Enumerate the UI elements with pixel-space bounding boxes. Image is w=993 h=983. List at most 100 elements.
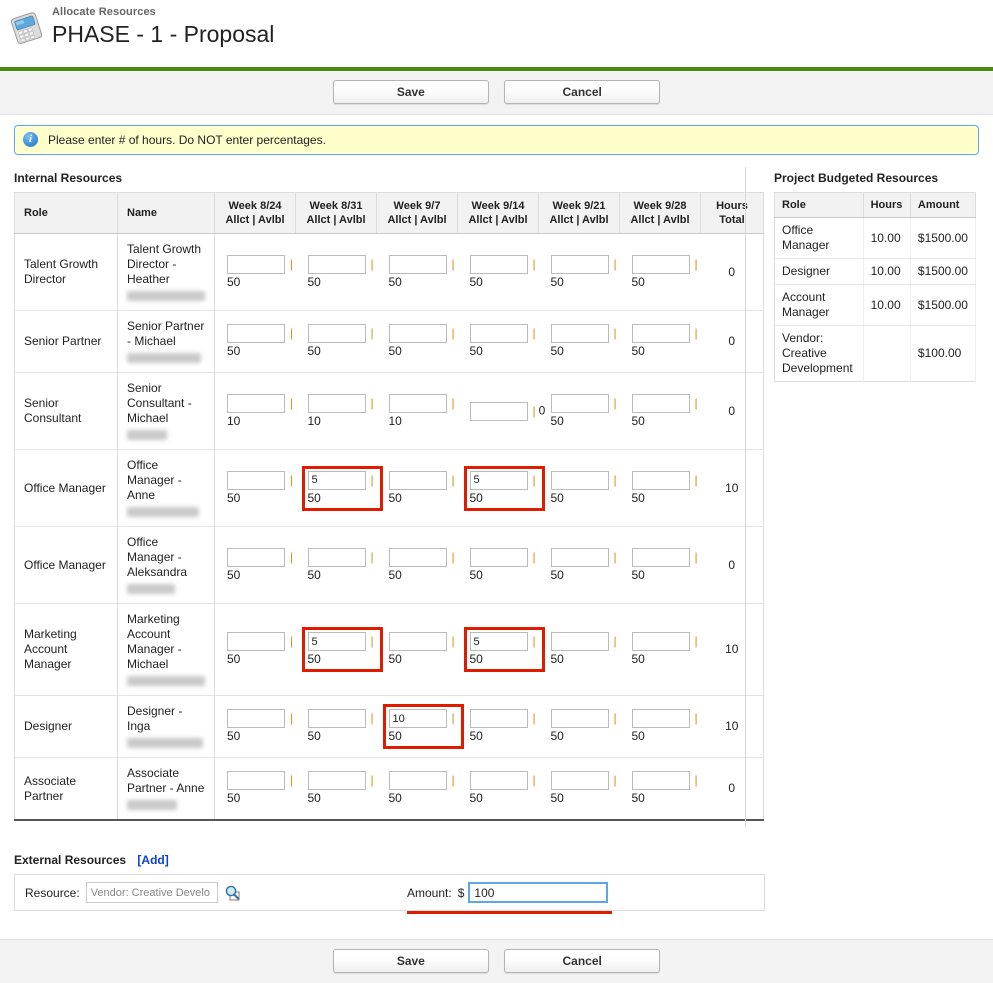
allocation-cell: | 50 <box>619 372 704 450</box>
available-hours: 0 <box>538 403 546 418</box>
allocation-input[interactable] <box>469 547 528 567</box>
budget-row: Account Manager 10.00 $1500.00 <box>774 284 977 326</box>
allocation-input[interactable] <box>307 632 366 651</box>
cancel-button-bottom[interactable]: Cancel <box>504 949 661 973</box>
allocation-line: | 0 <box>469 401 546 421</box>
allocation-input[interactable] <box>307 771 366 790</box>
allocation-input[interactable] <box>307 547 366 567</box>
allocation-input[interactable] <box>307 254 366 274</box>
role-cell: Office Manager <box>14 449 118 527</box>
allocation-input[interactable] <box>388 709 447 728</box>
col-name: Name <box>117 192 215 234</box>
allocation-input[interactable] <box>631 771 690 790</box>
allocation-input[interactable] <box>550 254 609 274</box>
allocation-input[interactable] <box>469 254 528 274</box>
available-hours: 50 <box>307 567 321 582</box>
allocation-group: | 50 <box>305 769 380 808</box>
allocation-input[interactable] <box>227 547 285 567</box>
allocation-input[interactable] <box>388 324 447 343</box>
allocation-input[interactable] <box>388 393 447 413</box>
allocation-input[interactable] <box>307 324 366 343</box>
allocation-input[interactable] <box>469 324 528 343</box>
allocation-input[interactable] <box>388 547 447 567</box>
allocation-input[interactable] <box>307 709 366 728</box>
allocation-input[interactable] <box>631 632 690 651</box>
amount-input[interactable] <box>468 882 609 903</box>
allocation-group: | 50 <box>224 630 299 669</box>
week-label: Week 9/21 <box>552 200 606 212</box>
allocation-input[interactable] <box>631 547 690 567</box>
save-button-bottom[interactable]: Save <box>332 949 489 973</box>
magnifier-lookup-icon[interactable] <box>224 885 241 901</box>
allocation-input[interactable] <box>227 254 285 274</box>
allocation-input[interactable] <box>469 632 528 651</box>
available-hours: 50 <box>388 791 402 805</box>
allocation-line: | <box>469 254 539 274</box>
col-role: Role <box>14 192 118 234</box>
allocation-input[interactable] <box>227 632 285 651</box>
allocation-input[interactable] <box>631 709 690 728</box>
name-cell: Marketing Account Manager - Michael <box>117 603 215 696</box>
cancel-button-top[interactable]: Cancel <box>504 80 661 104</box>
col-week-3: Week 9/14 Allct | Avlbl <box>457 192 539 234</box>
allocation-input[interactable] <box>550 470 609 490</box>
allocation-input[interactable] <box>469 709 528 728</box>
allocation-input[interactable] <box>388 771 447 790</box>
allocation-input[interactable] <box>550 324 609 343</box>
allct-avlbl-separator: | <box>613 549 617 564</box>
allocation-input[interactable] <box>388 470 447 490</box>
available-hours: 50 <box>469 729 483 743</box>
allct-avlbl-separator: | <box>532 403 536 418</box>
available-hours: 50 <box>307 729 321 743</box>
amount-highlight-underline <box>407 911 612 914</box>
allocation-line: | <box>388 547 458 567</box>
allocation-input[interactable] <box>227 771 285 790</box>
allocation-group: | 50 <box>629 392 704 431</box>
allocation-input[interactable] <box>469 401 528 421</box>
table-row: Talent Growth Director Talent Growth Dire… <box>14 233 764 311</box>
allocation-input[interactable] <box>227 324 285 343</box>
allocation-input[interactable] <box>227 470 285 490</box>
allocation-line: | <box>227 547 296 567</box>
allocation-input[interactable] <box>227 393 285 413</box>
available-hours: 50 <box>550 791 564 805</box>
available-hours: 50 <box>631 490 645 505</box>
allocation-input[interactable] <box>550 393 609 413</box>
add-external-resource-link[interactable]: [Add] <box>137 853 168 867</box>
allocation-input[interactable] <box>550 771 609 790</box>
allct-avlbl-separator: | <box>290 711 294 725</box>
allocation-group: | 50 <box>629 469 704 508</box>
allocation-cell: | 50 <box>457 695 539 758</box>
highlighted-allocation-group: | 50 <box>301 465 383 511</box>
role-cell: Office Manager <box>14 526 118 604</box>
allocation-input[interactable] <box>307 393 366 413</box>
resource-lookup-input[interactable] <box>85 882 218 903</box>
allocation-input[interactable] <box>631 393 690 413</box>
allocation-line: | <box>388 771 458 790</box>
week-sublabel: Allct | Avlbl <box>387 214 447 226</box>
available-hours: 50 <box>469 652 483 666</box>
allocation-input[interactable] <box>388 254 447 274</box>
allocation-input[interactable] <box>631 470 690 490</box>
allocation-input[interactable] <box>227 709 285 728</box>
allocation-input[interactable] <box>550 709 609 728</box>
allct-avlbl-separator: | <box>694 549 698 564</box>
allocation-input[interactable] <box>550 547 609 567</box>
allocation-input[interactable] <box>469 771 528 790</box>
allocation-input[interactable] <box>469 470 528 490</box>
allocation-input[interactable] <box>631 254 690 274</box>
available-hours: 50 <box>388 490 402 505</box>
allocation-input[interactable] <box>307 470 366 490</box>
allocation-line: | <box>550 632 620 651</box>
save-button-top[interactable]: Save <box>332 80 489 104</box>
allocation-input[interactable] <box>631 324 690 343</box>
allocation-input[interactable] <box>388 632 447 651</box>
allct-avlbl-separator: | <box>532 256 536 271</box>
budget-hours-cell: 10.00 <box>863 258 911 285</box>
allocation-group: | 50 <box>305 322 380 361</box>
name-cell: Office Manager - Aleksandra <box>117 526 215 604</box>
available-hours: 50 <box>469 490 483 505</box>
allocation-input[interactable] <box>550 632 609 651</box>
allocation-cell: | 50 <box>295 449 383 527</box>
allocation-cell: | 50 <box>376 526 458 604</box>
